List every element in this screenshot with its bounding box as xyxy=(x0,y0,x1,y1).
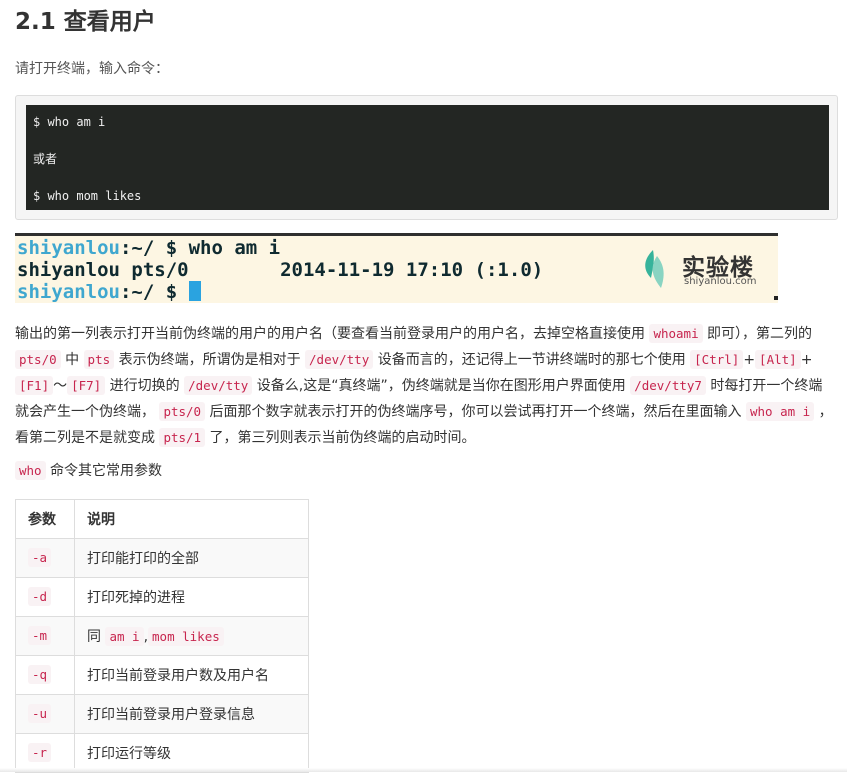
inline-code: pts xyxy=(83,350,115,369)
column-header-desc: 说明 xyxy=(74,499,309,539)
column-header-param: 参数 xyxy=(15,499,75,539)
shiyanlou-leaf-icon xyxy=(645,250,664,288)
inline-code: [Alt] xyxy=(755,350,801,369)
inline-code: [F1] xyxy=(15,376,54,395)
code-line-1: $ who am i xyxy=(33,115,106,129)
terminal-line-1: shiyanlou:~/ $ who am i xyxy=(17,237,280,259)
desc-cell: 打印运行等级 xyxy=(74,733,309,773)
table-row: -q 打印当前登录用户数及用户名 xyxy=(15,655,309,695)
param-cell: -q xyxy=(15,655,75,695)
table-row: -u 打印当前登录用户登录信息 xyxy=(15,694,309,734)
terminal-prompt: :~/ $ who am i xyxy=(119,237,281,259)
desc-cell: 打印当前登录用户数及用户名 xyxy=(74,655,309,695)
desc-cell: 打印死掉的进程 xyxy=(74,577,309,617)
inline-code: /dev/tty7 xyxy=(630,376,706,395)
who-params-table: 参数 说明 -a 打印能打印的全部 -d 打印死掉的进程 -m 同 am i,m… xyxy=(15,499,309,773)
terminal-screenshot: shiyanlou:~/ $ who am i shiyanlou pts/0 … xyxy=(15,233,778,303)
inline-code: who xyxy=(15,461,46,480)
code-content: $ who am i 或者 $ who mom likes xyxy=(26,105,829,210)
table-row: -r 打印运行等级 xyxy=(15,733,309,773)
intro-text: 请打开终端，输入命令： xyxy=(15,61,169,77)
inline-code: pts/0 xyxy=(159,402,206,421)
desc-cell: 打印能打印的全部 xyxy=(74,538,309,578)
table-row: -a 打印能打印的全部 xyxy=(15,538,309,578)
inline-code: who am i xyxy=(746,402,815,421)
explanation-paragraph: 输出的第一列表示打开当前伪终端的用户的用户名（要查看当前登录用户的用户名，去掉空… xyxy=(15,324,833,447)
inline-code: pts/1 xyxy=(159,428,206,447)
table-row: -m 同 am i, mom likes xyxy=(15,616,309,656)
inline-code: /dev/tty xyxy=(184,376,253,395)
inline-code: [Ctrl] xyxy=(690,350,744,369)
code-line-2: 或者 xyxy=(33,152,58,166)
param-cell: -r xyxy=(15,733,75,773)
who-params-caption: who 命令其它常用参数 xyxy=(15,460,162,482)
terminal-prompt: :~/ $ xyxy=(119,281,189,303)
logo-url: shiyanlou.com xyxy=(684,276,757,287)
terminal-line-3: shiyanlou:~/ $ xyxy=(17,281,201,303)
terminal-cursor xyxy=(188,281,201,301)
inline-code: whoami xyxy=(649,324,703,343)
param-cell: -u xyxy=(15,694,75,734)
inline-code: pts/0 xyxy=(15,350,61,369)
table-header-row: 参数 说明 xyxy=(15,499,309,539)
terminal-user: shiyanlou xyxy=(17,237,120,259)
desc-cell: 同 am i, mom likes xyxy=(74,616,309,656)
inline-code: /dev/tty xyxy=(305,350,374,369)
param-cell: -d xyxy=(15,577,75,617)
inline-code: [F7] xyxy=(67,376,106,395)
terminal-user: shiyanlou xyxy=(17,281,120,303)
code-block: $ who am i 或者 $ who mom likes xyxy=(15,95,838,220)
desc-cell: 打印当前登录用户登录信息 xyxy=(74,694,309,734)
terminal-line-2: shiyanlou pts/0 2014-11-19 17:10 (:1.0) xyxy=(17,259,544,281)
code-line-3: $ who mom likes xyxy=(33,189,142,203)
param-cell: -m xyxy=(15,616,75,656)
param-cell: -a xyxy=(15,538,75,578)
shiyanlou-logo: 实验楼 shiyanlou.com xyxy=(639,244,769,294)
table-row: -d 打印死掉的进程 xyxy=(15,577,309,617)
section-heading: 2.1 查看用户 xyxy=(15,9,156,35)
